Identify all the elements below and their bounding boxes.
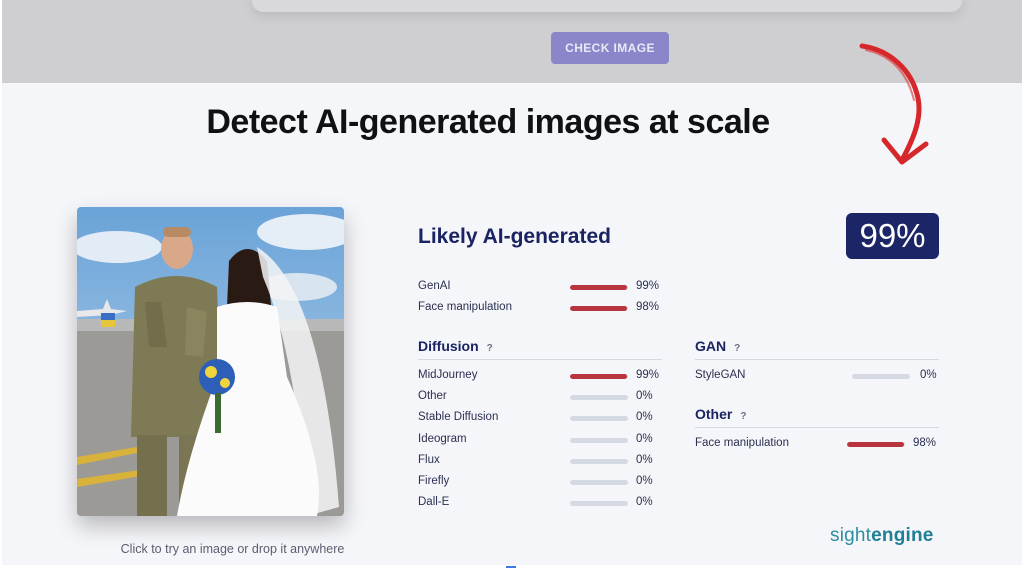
progress-bar <box>570 374 628 379</box>
row-label: Face manipulation <box>695 437 789 449</box>
score-badge: 99% <box>846 213 939 259</box>
progress-bar <box>570 438 628 443</box>
divider <box>418 359 662 360</box>
section-title-label: GAN <box>695 338 727 354</box>
row-value: 98% <box>913 437 937 449</box>
diffusion-row: Ideogram 0% <box>418 431 663 449</box>
check-image-button[interactable]: CHECK IMAGE <box>551 32 669 64</box>
row-value: 0% <box>636 496 653 508</box>
wedding-photo-image <box>77 207 344 516</box>
row-label: Flux <box>418 454 440 466</box>
row-value: 0% <box>636 433 653 445</box>
row-label: Ideogram <box>418 433 467 445</box>
row-label: StyleGAN <box>695 369 746 381</box>
other-row: Face manipulation 98% <box>695 435 940 453</box>
gan-row: StyleGAN 0% <box>695 367 940 385</box>
diffusion-row: Flux 0% <box>418 452 663 470</box>
page-headline: Detect AI-generated images at scale <box>206 103 770 141</box>
brand-part-1: sight <box>830 525 872 546</box>
row-label: MidJourney <box>418 369 478 381</box>
bottom-marker <box>506 566 516 568</box>
section-title-gan: GAN? <box>695 338 740 354</box>
diffusion-row: Firefly 0% <box>418 473 663 491</box>
progress-bar <box>570 416 628 421</box>
row-label: GenAI <box>418 280 451 292</box>
row-value: 0% <box>636 390 653 402</box>
progress-bar <box>570 306 628 311</box>
row-value: 98% <box>636 301 660 313</box>
row-value: 0% <box>636 475 653 487</box>
divider <box>695 359 939 360</box>
diffusion-row: Other 0% <box>418 388 663 406</box>
verdict-title: Likely AI-generated <box>418 225 611 248</box>
section-title-other: Other? <box>695 406 746 422</box>
sightengine-logo: sightengine <box>830 525 934 547</box>
progress-fill <box>570 374 628 379</box>
sample-image[interactable] <box>77 207 344 516</box>
progress-fill <box>570 285 628 290</box>
progress-bar <box>570 285 628 290</box>
diffusion-row: Stable Diffusion 0% <box>418 409 663 427</box>
row-label: Stable Diffusion <box>418 411 499 423</box>
progress-bar <box>847 442 905 447</box>
progress-bar <box>570 459 628 464</box>
upload-card-edge <box>252 0 962 12</box>
progress-fill <box>847 442 904 447</box>
brand-part-2: engine <box>871 525 934 546</box>
row-label: Face manipulation <box>418 301 512 313</box>
help-icon[interactable]: ? <box>740 411 746 422</box>
section-title-label: Other <box>695 406 733 422</box>
section-title-diffusion: Diffusion? <box>418 338 493 354</box>
divider <box>695 427 939 428</box>
help-icon[interactable]: ? <box>734 343 740 354</box>
row-label: Dall-E <box>418 496 450 508</box>
row-label: Other <box>418 390 447 402</box>
row-value: 99% <box>636 369 660 381</box>
summary-row: GenAI 99% <box>418 278 663 296</box>
row-value: 99% <box>636 280 660 292</box>
progress-bar <box>570 480 628 485</box>
row-label: Firefly <box>418 475 450 487</box>
progress-bar <box>570 395 628 400</box>
row-value: 0% <box>636 454 653 466</box>
red-arrow-icon <box>859 43 929 165</box>
diffusion-row: Dall-E 0% <box>418 494 663 512</box>
row-value: 0% <box>920 369 937 381</box>
section-title-label: Diffusion <box>418 338 479 354</box>
progress-fill <box>570 306 627 311</box>
row-value: 0% <box>636 411 653 423</box>
photo-hint: Click to try an image or drop it anywher… <box>120 542 345 556</box>
help-icon[interactable]: ? <box>487 343 493 354</box>
progress-bar <box>852 374 910 379</box>
summary-row: Face manipulation 98% <box>418 299 663 317</box>
progress-bar <box>570 501 628 506</box>
diffusion-row: MidJourney 99% <box>418 367 663 385</box>
